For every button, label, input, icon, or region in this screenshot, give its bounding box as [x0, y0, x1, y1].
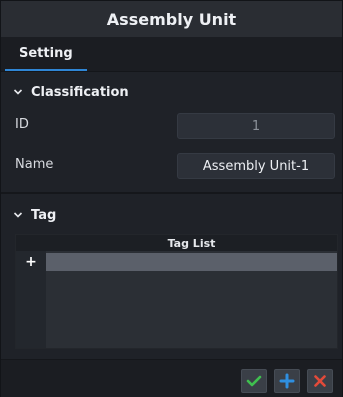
confirm-button[interactable] [241, 369, 267, 393]
new-tag-cell[interactable] [46, 253, 337, 271]
cancel-button[interactable] [307, 369, 333, 393]
tag-list-table: Tag List + [15, 234, 338, 349]
name-field[interactable]: Assembly Unit-1 [177, 153, 335, 179]
close-icon [314, 375, 326, 387]
add-row-button[interactable]: + [16, 253, 46, 271]
tag-section-header[interactable]: Tag [1, 201, 342, 229]
tag-list-header: Tag List [16, 235, 337, 251]
plus-icon [279, 373, 295, 389]
check-icon [246, 375, 262, 387]
chevron-down-icon [13, 212, 23, 218]
tab-bar: Setting [1, 37, 342, 72]
name-label: Name [15, 157, 54, 172]
classification-section-header[interactable]: Classification [1, 78, 342, 106]
section-divider [1, 192, 342, 194]
chevron-down-icon [13, 89, 23, 95]
tag-title: Tag [31, 207, 57, 223]
assembly-unit-panel: Assembly Unit Setting Classification ID … [0, 0, 343, 397]
panel-title: Assembly Unit [1, 1, 342, 37]
footer-bar [1, 359, 342, 397]
add-button[interactable] [274, 369, 300, 393]
id-field: 1 [177, 113, 335, 139]
tab-setting[interactable]: Setting [5, 37, 87, 71]
classification-title: Classification [31, 84, 129, 100]
table-row: + [16, 253, 337, 271]
tag-list-header-label: Tag List [167, 236, 216, 250]
id-label: ID [15, 117, 29, 132]
